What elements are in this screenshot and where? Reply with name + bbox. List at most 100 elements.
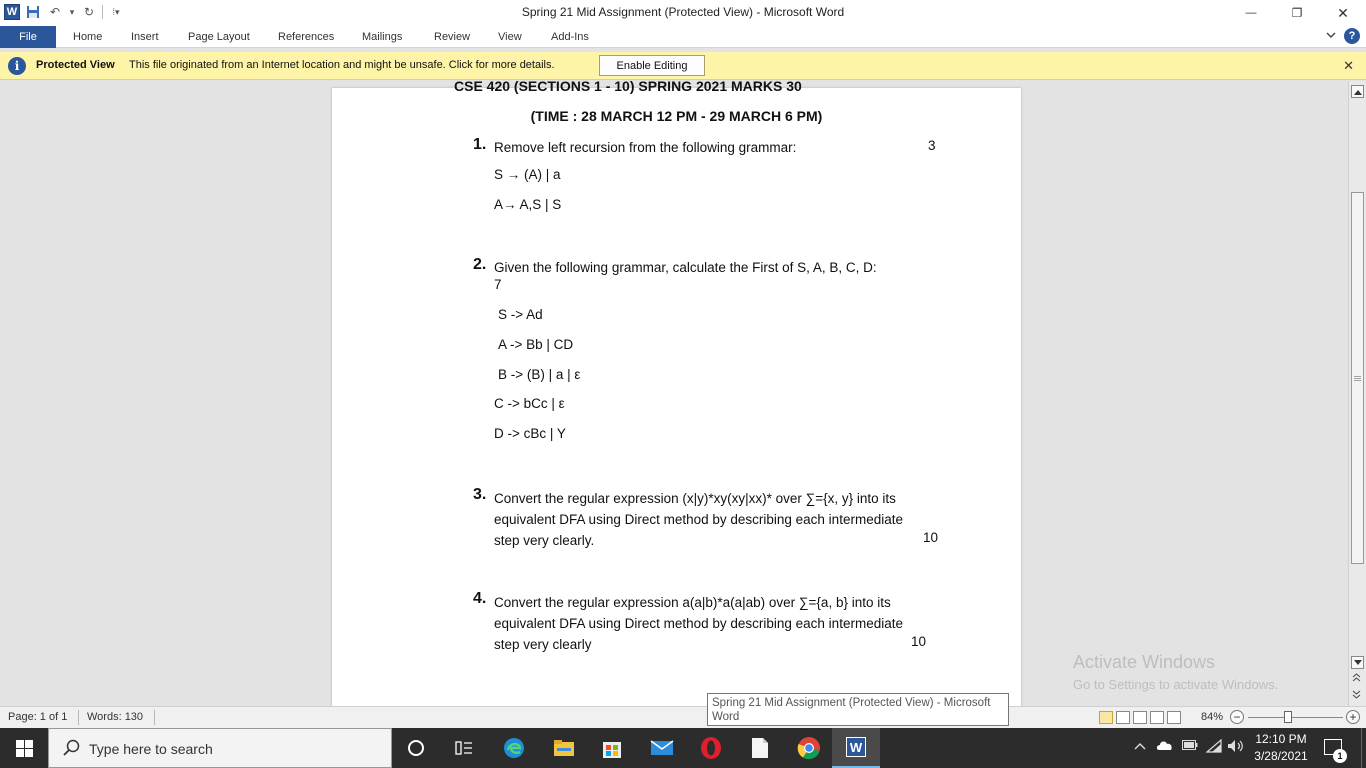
ribbon-tab-bar: File Home Insert Page Layout References … (0, 26, 1366, 48)
draft-view-icon[interactable] (1167, 711, 1181, 724)
toolbar-divider (102, 5, 103, 19)
zoom-slider-thumb[interactable] (1284, 711, 1292, 723)
customize-toolbar-icon[interactable]: ⁞▾ (107, 4, 125, 20)
question-2-number: 2. (473, 256, 487, 273)
undo-dropdown-icon[interactable]: ▾ (68, 4, 76, 20)
restore-button[interactable]: ❐ (1274, 0, 1320, 26)
enable-editing-button[interactable]: Enable Editing (599, 55, 705, 76)
wifi-icon[interactable] (1205, 738, 1222, 756)
question-1-marks: 3 (928, 138, 936, 153)
clock-date: 3/28/2021 (1254, 749, 1308, 763)
tab-add-ins[interactable]: Add-Ins (551, 26, 589, 48)
tab-view[interactable]: View (498, 26, 522, 48)
zoom-in-icon[interactable]: + (1346, 710, 1360, 724)
question-1-number: 1. (473, 136, 487, 153)
tab-review[interactable]: Review (434, 26, 470, 48)
search-placeholder: Type here to search (89, 741, 213, 757)
cortana-icon[interactable] (402, 734, 430, 762)
minimize-button[interactable]: — (1228, 0, 1274, 26)
word-taskbar-button[interactable]: W (832, 728, 880, 768)
protected-view-message[interactable]: This file originated from an Internet lo… (129, 59, 555, 71)
onedrive-icon[interactable] (1156, 739, 1174, 754)
question-4-marks: 10 (911, 634, 927, 649)
zoom-out-icon[interactable]: − (1230, 710, 1244, 724)
question-3-number: 3. (473, 486, 487, 503)
grammar-line: A→ A,S | S (494, 197, 562, 212)
close-message-bar-icon[interactable]: ✕ (1343, 58, 1354, 74)
file-explorer-icon[interactable] (550, 734, 578, 762)
battery-icon[interactable] (1182, 739, 1198, 753)
chrome-browser-icon[interactable] (795, 734, 823, 762)
taskbar-clock[interactable]: 12:10 PM 3/28/2021 (1248, 731, 1314, 765)
page-count[interactable]: Page: 1 of 1 (8, 711, 67, 723)
print-layout-view-icon[interactable] (1099, 711, 1113, 724)
document-area: CSE 420 (SECTIONS 1 - 10) SPRING 2021 MA… (0, 81, 1348, 706)
ribbon-right-controls: ? (1326, 28, 1360, 44)
scroll-up-arrow-icon[interactable] (1351, 85, 1364, 98)
tab-file[interactable]: File (0, 26, 56, 48)
grammar-line: A -> Bb | CD (498, 337, 574, 352)
microsoft-store-icon[interactable] (598, 734, 626, 762)
windows-logo-icon (15, 739, 33, 757)
grammar-line: C -> bCc | ε (494, 396, 565, 411)
show-desktop-button[interactable] (1361, 728, 1366, 768)
question-4-number: 4. (473, 590, 487, 607)
grammar-line: S → (A) | a (494, 167, 561, 182)
next-page-icon[interactable] (1352, 690, 1361, 701)
window-title: Spring 21 Mid Assignment (Protected View… (521, 5, 845, 19)
word-count[interactable]: Words: 130 (87, 711, 143, 723)
question-3-line: Convert the regular expression (x|y)*xy(… (494, 491, 896, 506)
outline-view-icon[interactable] (1150, 711, 1164, 724)
word-app-icon[interactable]: W (4, 4, 20, 20)
show-hidden-icons-icon[interactable] (1134, 739, 1146, 753)
tab-references[interactable]: References (278, 26, 334, 48)
window-controls: — ❐ ✕ (1228, 0, 1366, 26)
tab-page-layout[interactable]: Page Layout (188, 26, 250, 48)
taskbar-search-box[interactable]: Type here to search (48, 728, 392, 768)
save-icon[interactable] (24, 4, 42, 20)
word-app-taskbar-icon: W (846, 737, 866, 757)
tab-mailings[interactable]: Mailings (362, 26, 402, 48)
edge-browser-icon[interactable] (500, 734, 528, 762)
tab-home[interactable]: Home (73, 26, 102, 48)
help-icon[interactable]: ? (1344, 28, 1360, 44)
activate-windows-title: Activate Windows (1073, 652, 1216, 672)
question-4-line: equivalent DFA using Direct method by de… (494, 616, 903, 631)
task-view-icon[interactable] (450, 734, 478, 762)
info-icon: i (8, 57, 26, 75)
time-line: (TIME : 28 MARCH 12 PM - 29 MARCH 6 PM) (530, 108, 823, 124)
question-4-text: Convert the regular expression a(a|b)*a(… (494, 592, 940, 655)
web-layout-view-icon[interactable] (1133, 711, 1147, 724)
search-icon (63, 739, 80, 756)
start-button[interactable] (0, 728, 48, 768)
notification-badge: 1 (1333, 749, 1347, 763)
full-screen-reading-view-icon[interactable] (1116, 711, 1130, 724)
question-2-marks: 7 (494, 277, 502, 292)
scrollbar-thumb[interactable] (1351, 192, 1364, 564)
question-1-text: Remove left recursion from the following… (494, 140, 797, 155)
redo-icon[interactable]: ↻ (80, 4, 98, 20)
grammar-line: D -> cBc | Y (494, 426, 566, 441)
zoom-level[interactable]: 84% (1201, 711, 1223, 723)
volume-icon[interactable] (1227, 739, 1245, 756)
question-4-line: Convert the regular expression a(a|b)*a(… (494, 595, 891, 610)
scroll-down-arrow-icon[interactable] (1351, 656, 1364, 669)
vertical-scrollbar[interactable] (1348, 81, 1366, 706)
question-2-text: Given the following grammar, calculate t… (494, 260, 877, 275)
notepad-icon[interactable] (746, 734, 774, 762)
status-divider (154, 710, 155, 725)
view-buttons (1099, 711, 1181, 724)
windows-taskbar: Type here to search W 12:10 PM 3/28/2021… (0, 728, 1366, 768)
close-button[interactable]: ✕ (1320, 0, 1366, 26)
undo-icon[interactable]: ↶ (46, 4, 64, 20)
minimize-ribbon-icon[interactable] (1326, 31, 1336, 42)
tab-insert[interactable]: Insert (131, 26, 159, 48)
opera-browser-icon[interactable] (697, 734, 725, 762)
question-3-line: equivalent DFA using Direct method by de… (494, 512, 903, 527)
zoom-slider[interactable] (1248, 717, 1343, 718)
mail-icon[interactable] (648, 734, 676, 762)
question-3-marks: 10 (923, 530, 939, 545)
previous-page-icon[interactable] (1352, 673, 1361, 684)
protected-view-bar: i Protected View This file originated fr… (0, 52, 1366, 80)
document-header: CSE 420 (SECTIONS 1 - 10) SPRING 2021 MA… (454, 81, 802, 94)
